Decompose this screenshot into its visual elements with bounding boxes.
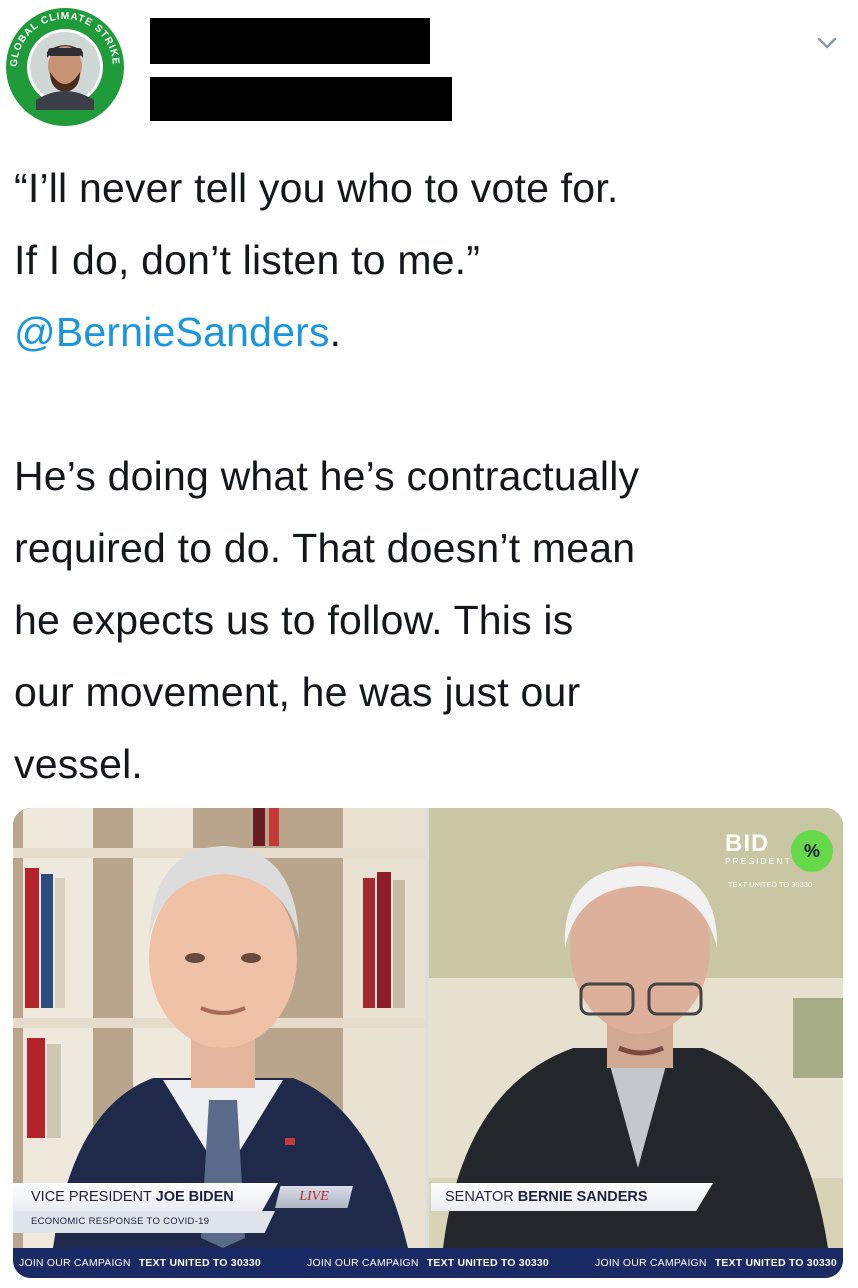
tweet-header: GLOBAL CLIMATE STRIKE	[0, 0, 858, 140]
lower-third-biden-title: VICE PRESIDENT	[31, 1189, 156, 1205]
author-handle-redacted	[150, 77, 452, 121]
author-name-redacted	[150, 18, 430, 64]
lower-third-biden-subtitle: ECONOMIC RESPONSE TO COVID-19	[13, 1211, 275, 1233]
ticker-segment: JOIN OUR CAMPAIGN TEXT UNITED TO 30330	[307, 1248, 549, 1278]
tweet-body-line-3: he expects us to follow. This is	[14, 597, 574, 643]
ticker-text-united: TEXT UNITED TO 30330	[138, 1257, 261, 1269]
lower-third-sanders-name: BERNIE SANDERS	[517, 1189, 648, 1205]
ticker-text-united: TEXT UNITED TO 30330	[426, 1257, 549, 1269]
ticker-segment: JOIN OUR CAMPAIGN TEXT UNITED TO 30330	[595, 1248, 837, 1278]
ticker-join-text: JOIN OUR CAMPAIGN	[19, 1257, 131, 1269]
lower-third-sanders-title: SENATOR	[445, 1189, 518, 1205]
chevron-down-icon[interactable]	[812, 28, 842, 58]
lower-third-biden-name: JOE BIDEN	[155, 1189, 234, 1205]
ticker-bar: JOIN OUR CAMPAIGN TEXT UNITED TO 30330 JO…	[13, 1248, 843, 1278]
live-badge: LIVE	[275, 1186, 353, 1208]
bug-text: TEXT UNITED TO 30330	[727, 880, 813, 889]
percent-badge-icon: %	[791, 830, 833, 872]
author-avatar[interactable]: GLOBAL CLIMATE STRIKE	[6, 8, 124, 126]
tweet-mention-line: @BernieSanders.	[14, 296, 848, 368]
campaign-bug: BID PRESIDENT % TEXT UNITED TO 30330	[725, 830, 837, 910]
tweet-media-image[interactable]: BID PRESIDENT % TEXT UNITED TO 30330 VIC…	[13, 808, 843, 1278]
mention-suffix: .	[329, 309, 342, 355]
split-screen-divider	[425, 808, 429, 1278]
tweet-body-line-4: our movement, he was just our	[14, 669, 581, 715]
tweet-body-line-1: He’s doing what he’s contractually	[14, 453, 640, 499]
tweet-quote-line-1: “I’ll never tell you who to vote for.	[14, 165, 619, 211]
tweet-quote-line-2: If I do, don’t listen to me.”	[14, 237, 481, 283]
ticker-text-united: TEXT UNITED TO 30330	[714, 1257, 837, 1269]
lower-third-biden: VICE PRESIDENT JOE BIDEN	[13, 1183, 278, 1211]
ticker-join-text: JOIN OUR CAMPAIGN	[307, 1257, 419, 1269]
lower-third-sanders: SENATOR BERNIE SANDERS	[431, 1183, 713, 1211]
ticker-join-text: JOIN OUR CAMPAIGN	[595, 1257, 707, 1269]
tweet-text: “I’ll never tell you who to vote for. If…	[14, 152, 848, 800]
ticker-segment: JOIN OUR CAMPAIGN TEXT UNITED TO 30330	[19, 1248, 261, 1278]
tweet-body-line-5: vessel.	[14, 741, 144, 787]
mention-link[interactable]: @BernieSanders	[14, 309, 330, 355]
avatar-image: GLOBAL CLIMATE STRIKE	[7, 9, 123, 125]
tweet-body-line-2: required to do. That doesn’t mean	[14, 525, 636, 571]
